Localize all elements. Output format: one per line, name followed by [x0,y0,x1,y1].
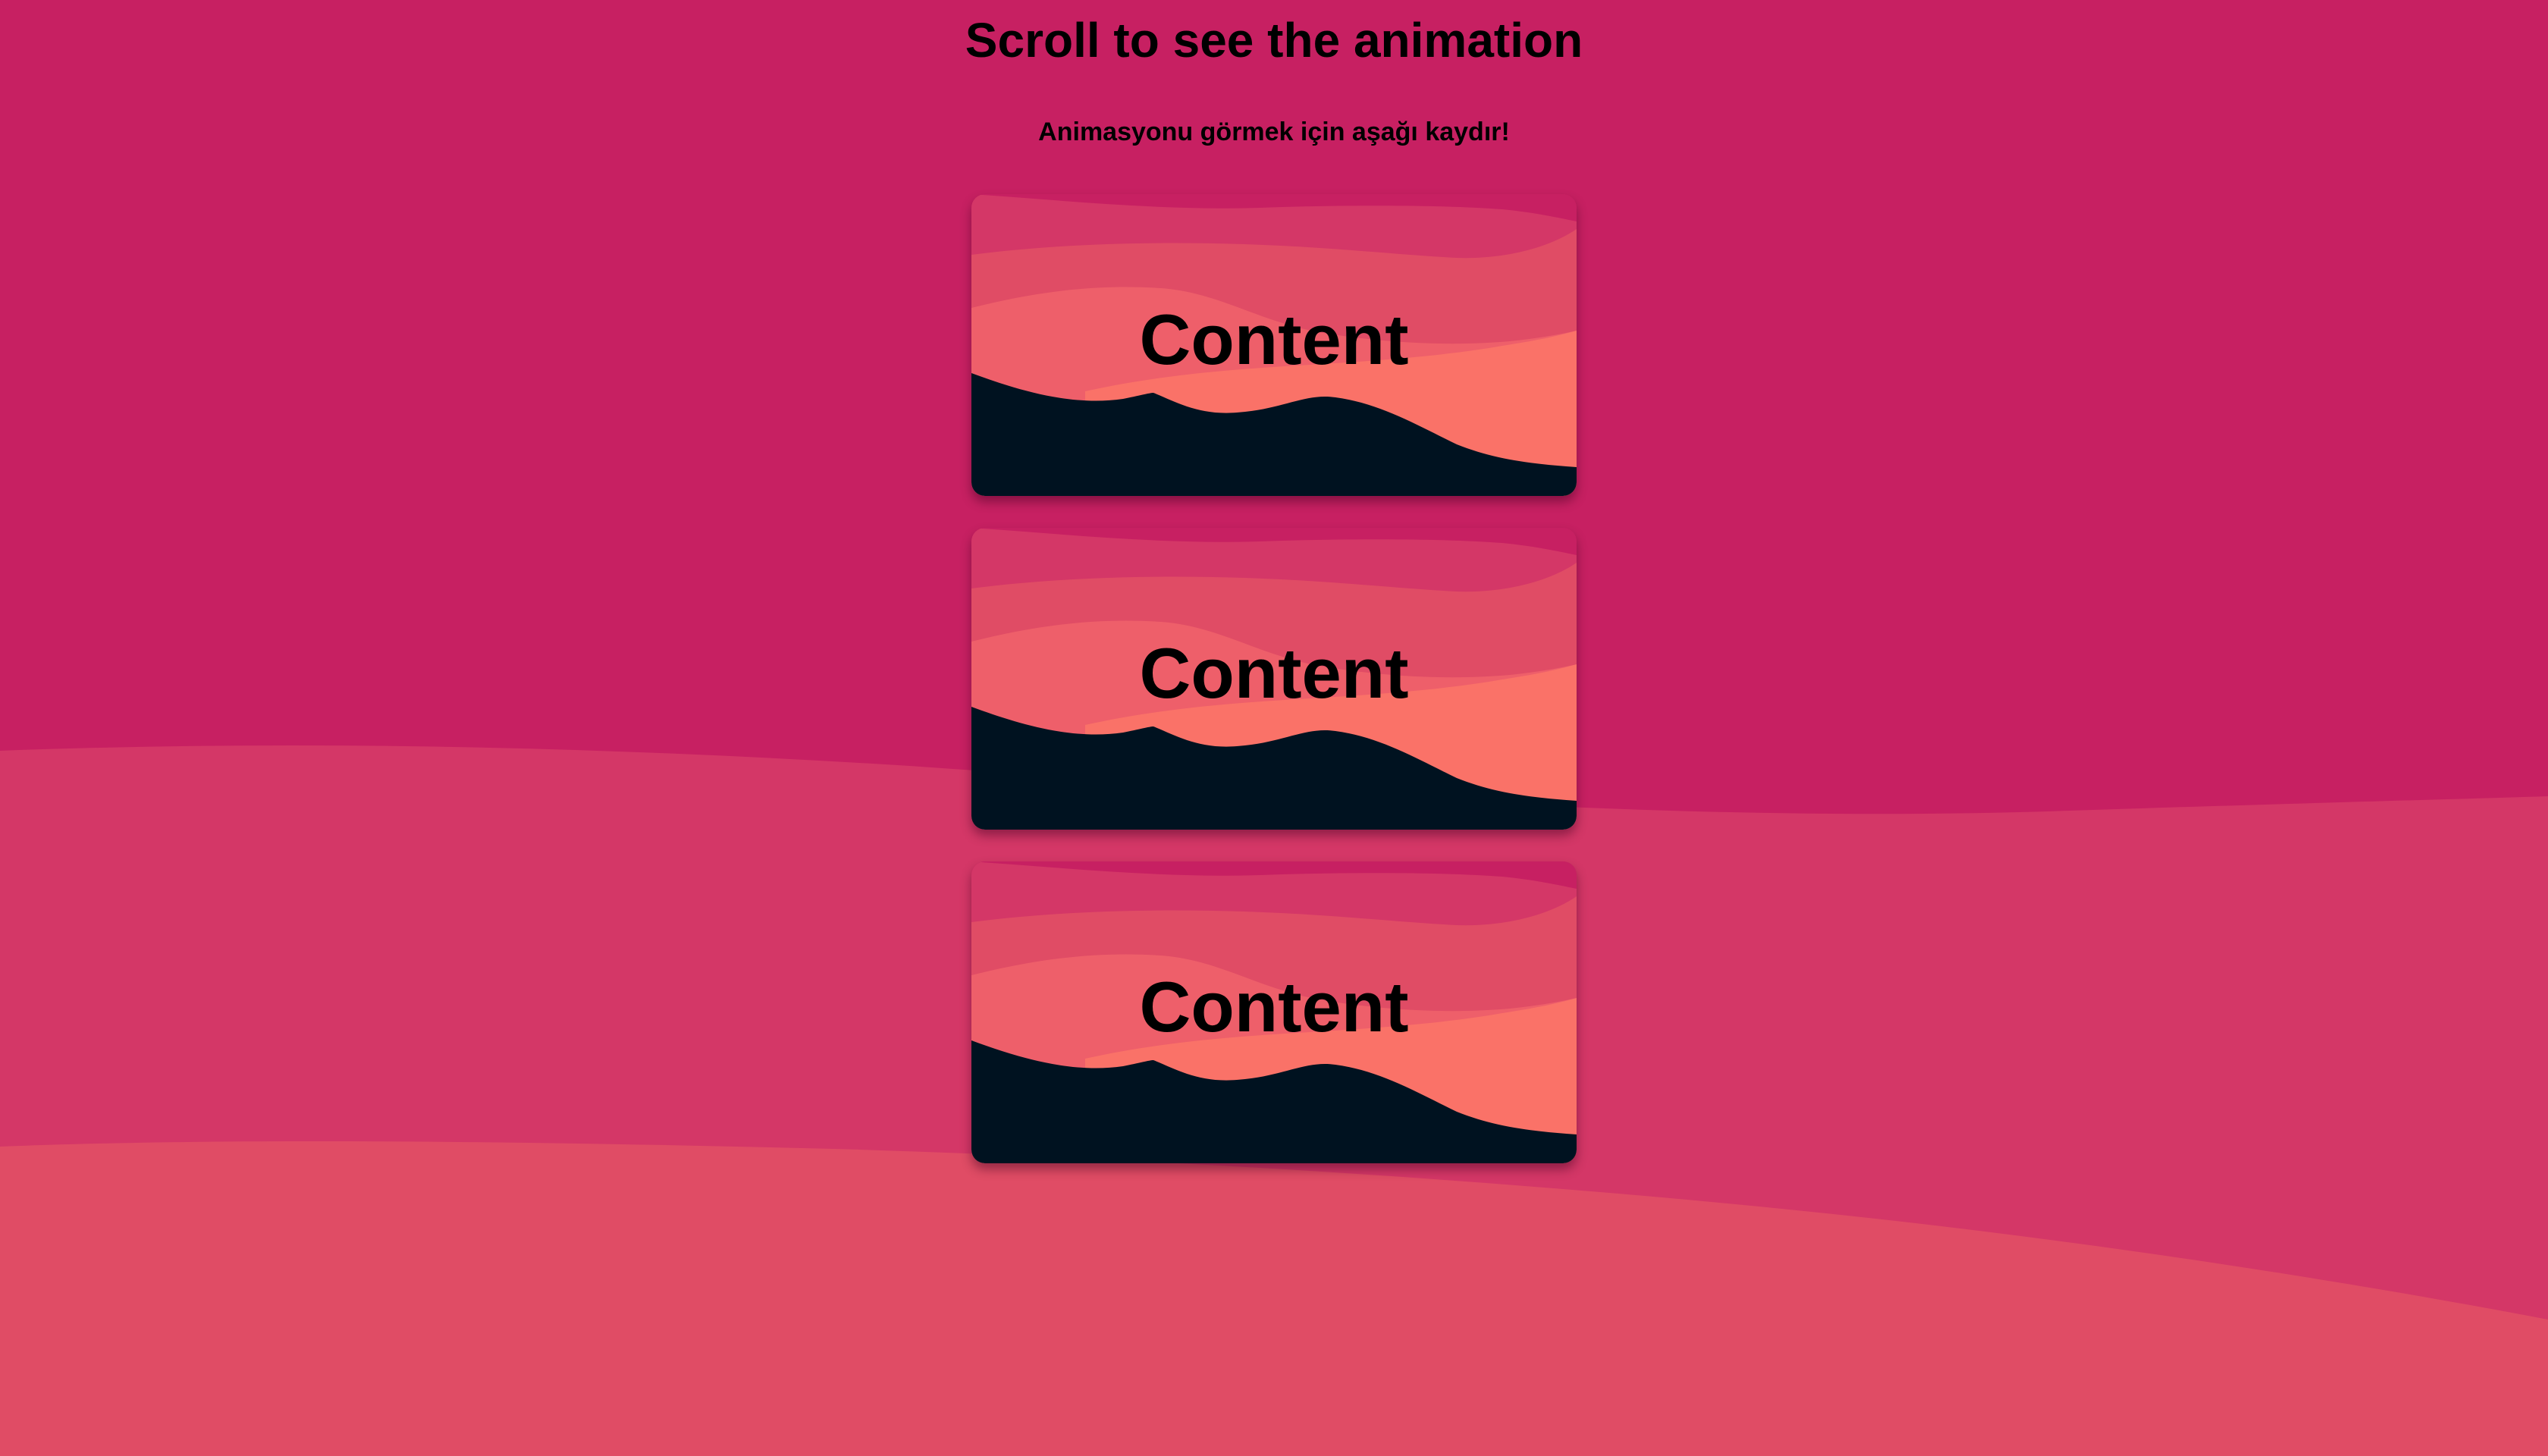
content-card-1: Content [971,194,1577,496]
content-card-2: Content [971,528,1577,830]
card-label: Content [1139,300,1409,379]
card-label: Content [1139,633,1409,713]
content-card-3: Content [971,861,1577,1163]
page: Scroll to see the animation Animasyonu g… [0,0,2548,1456]
page-subtitle: Animasyonu görmek için aşağı kaydır! [1038,118,1510,146]
page-title: Scroll to see the animation [965,13,1583,67]
card-label: Content [1139,967,1409,1046]
